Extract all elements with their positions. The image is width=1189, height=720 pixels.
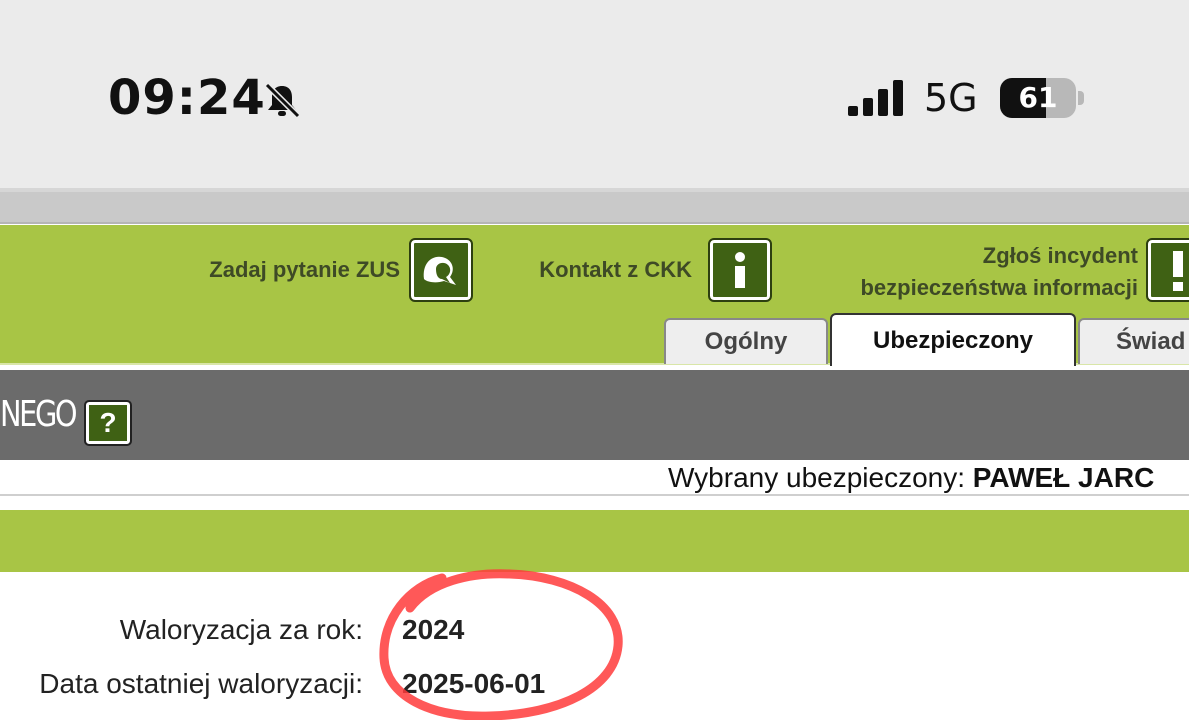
selected-insured-name: PAWEŁ JARC — [972, 462, 1155, 493]
selected-insured: Wybrany ubezpieczony: PAWEŁ JARC — [668, 462, 1154, 494]
clock: 09:24 — [108, 70, 266, 126]
selected-insured-label: Wybrany ubezpieczony: — [668, 462, 966, 493]
info-icon[interactable] — [708, 238, 772, 302]
tab-insured[interactable]: Ubezpieczony — [830, 313, 1076, 366]
ask-zus-link[interactable]: Zadaj pytanie ZUS — [150, 254, 400, 286]
browser-strip — [0, 192, 1189, 224]
cellular-signal-icon — [848, 80, 903, 116]
battery-icon: 61 — [1000, 78, 1086, 118]
tab-general[interactable]: Ogólny — [664, 318, 828, 364]
green-band — [0, 510, 1189, 572]
last-valorization-date-label: Data ostatniej waloryzacji: — [39, 668, 363, 699]
exclamation-icon[interactable] — [1146, 238, 1189, 302]
valorization-year-label: Waloryzacja za rok: — [119, 614, 363, 645]
section-title-bar: NEGO ? — [0, 370, 1189, 460]
battery-percent: 61 — [1018, 81, 1058, 114]
help-button[interactable]: ? — [84, 400, 132, 446]
status-bar: 09:24 5G 61 — [0, 0, 1189, 188]
report-incident-line1: Zgłoś incydent — [982, 243, 1138, 268]
selected-insured-row: Wybrany ubezpieczony: PAWEŁ JARC — [0, 460, 1189, 496]
bell-slash-icon — [264, 82, 301, 119]
ckk-contact-link[interactable]: Kontakt z CKK — [480, 254, 692, 286]
chat-bubbles-icon[interactable] — [409, 238, 473, 302]
section-title: NEGO — [0, 394, 78, 435]
tab-witness[interactable]: Świad — [1078, 318, 1189, 364]
network-type: 5G — [924, 76, 978, 120]
red-circle-annotation — [379, 569, 623, 720]
report-incident-link[interactable]: Zgłoś incydent bezpieczeństwa informacji — [780, 240, 1138, 304]
report-incident-line2: bezpieczeństwa informacji — [860, 275, 1138, 300]
